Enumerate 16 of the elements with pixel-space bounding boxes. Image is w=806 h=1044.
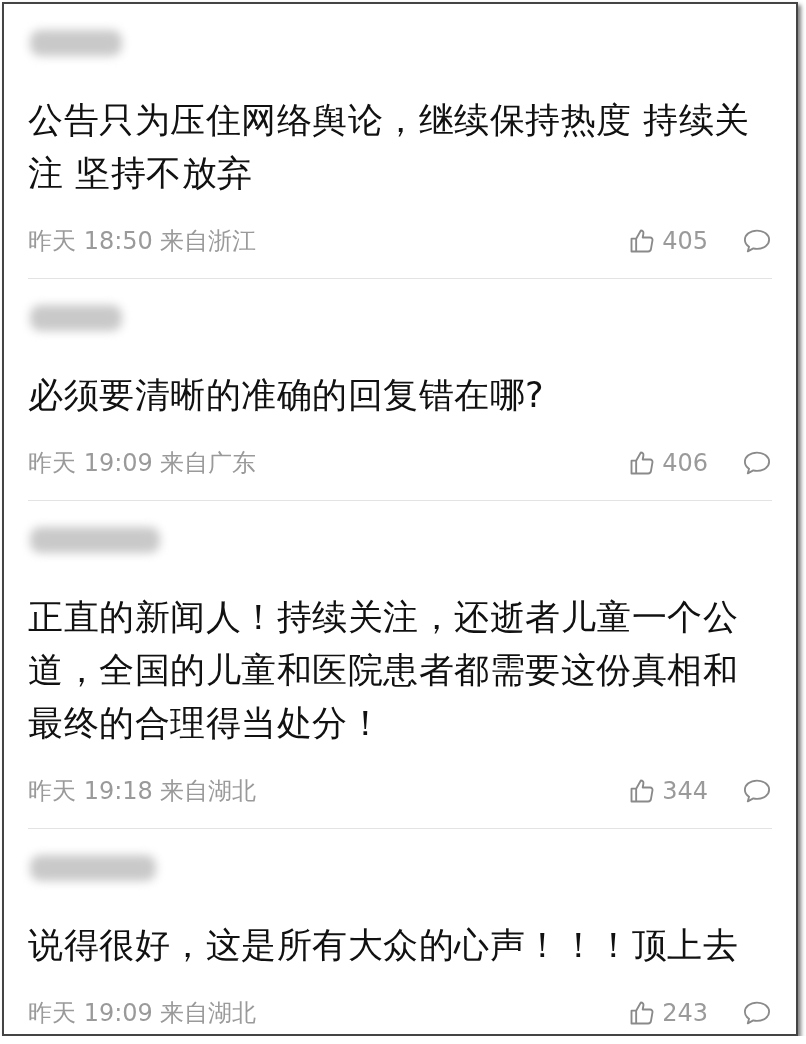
comment-text: 必须要清晰的准确的回复错在哪? xyxy=(28,374,546,417)
comment-text: 正直的新闻人！持续关注，还逝者儿童一个公道，全国的儿童和医院患者都需要这份真相和最终的合理得当处分！ xyxy=(28,596,739,745)
comment-meta: 昨天 19:09 来自广东 xyxy=(28,448,257,479)
like-button[interactable]: 243 xyxy=(628,999,708,1027)
comment-text: 说得很好，这是所有大众的心声！！！顶上去 xyxy=(28,924,739,967)
comment-meta: 昨天 19:18 来自湖北 xyxy=(28,776,257,807)
comment-text: 公告只为压住网络舆论，继续保持热度 持续关注 坚持不放弃 xyxy=(28,99,751,195)
comment-icon[interactable] xyxy=(742,227,772,255)
comment-icon[interactable] xyxy=(742,777,772,805)
like-button[interactable]: 344 xyxy=(628,777,708,805)
comment-icon[interactable] xyxy=(742,999,772,1027)
comment-icon[interactable] xyxy=(742,449,772,477)
comment-meta: 昨天 19:09 来自湖北 xyxy=(28,998,257,1029)
like-button[interactable]: 405 xyxy=(628,227,708,255)
comment-meta: 昨天 18:50 来自浙江 xyxy=(28,226,257,257)
like-button[interactable]: 406 xyxy=(628,449,708,477)
